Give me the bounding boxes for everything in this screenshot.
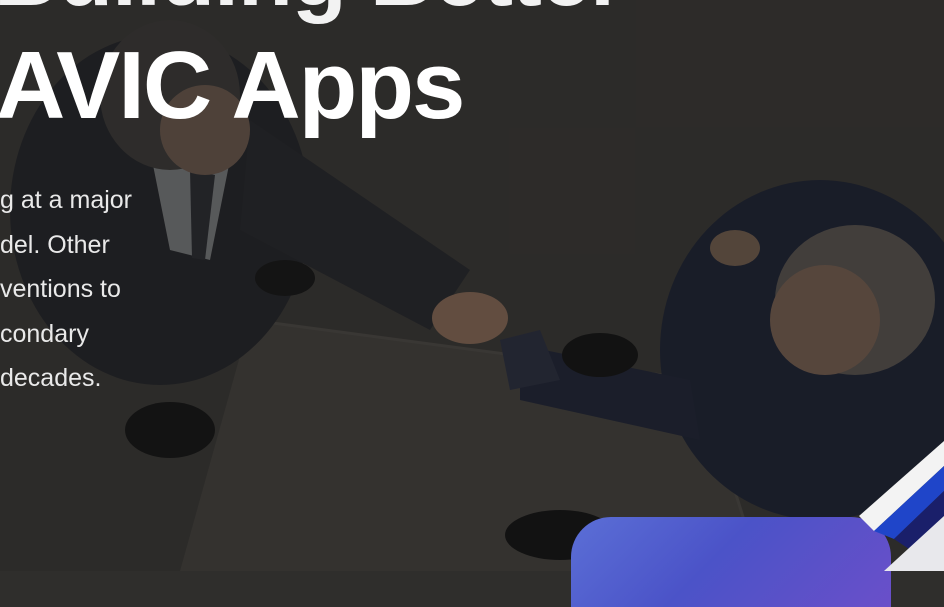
hero-paragraph-line: g at a major <box>0 186 133 214</box>
hero-headline: AVIC Apps <box>0 32 465 139</box>
hero-paragraph-line: decades. <box>0 364 102 392</box>
hero-paragraph-line: ventions to <box>0 275 121 303</box>
decorative-stripes <box>859 441 944 571</box>
hero-paragraph-line: del. Other <box>0 230 110 259</box>
hero-paragraph-line: condary <box>0 319 89 348</box>
hero-headline-top: Building Better <box>0 0 625 20</box>
hero-paragraph: g at a major del. Other ventions to cond… <box>0 178 132 401</box>
